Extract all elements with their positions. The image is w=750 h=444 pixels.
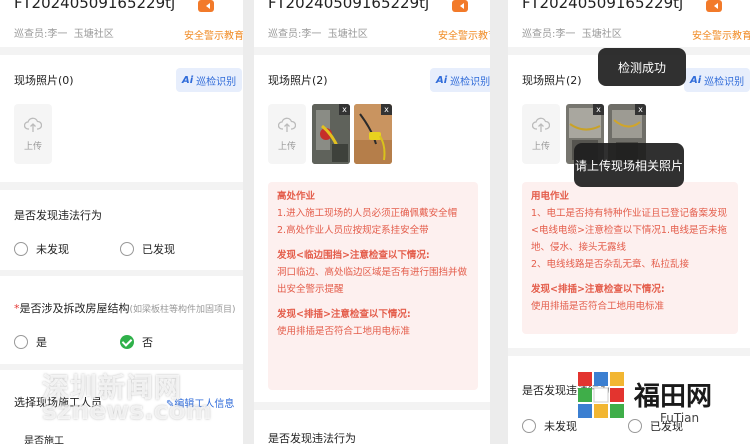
upload-label: 上传	[277, 141, 296, 152]
alert-heading: 高处作业	[277, 191, 316, 202]
section-divider	[0, 47, 243, 55]
alert-subheading: 发现<排插>注意检查以下情况:	[277, 309, 411, 320]
radio-no[interactable]: 否	[120, 334, 153, 350]
upload-label: 上传	[23, 141, 42, 152]
alert-line: 2、电线线路是否杂乱无章、私拉乱接	[531, 259, 690, 270]
alert-line: 使用排插是否符合工地用电标准	[531, 301, 665, 312]
toast-upload-photos: 请上传现场相关照片	[574, 143, 684, 187]
radio-circle	[522, 419, 536, 433]
futian-logo-icon	[576, 370, 628, 422]
upload-label: 上传	[531, 141, 550, 152]
alert-subheading: 发现<临边围挡>注意检查以下情况:	[277, 250, 430, 261]
radio-label: 否	[142, 336, 153, 349]
inspector-info: 巡查员:李一 玉塘社区	[14, 25, 114, 40]
radio-label: 未发现	[544, 420, 577, 433]
safety-education-link[interactable]: 安全警示教育	[438, 27, 490, 42]
video-camera-icon[interactable]	[198, 0, 214, 12]
worker-row: 是否施工	[24, 436, 64, 444]
structure-hint: (如梁板柱等构件加固项目)	[129, 305, 236, 315]
futian-logo-text: 福田网	[634, 382, 713, 412]
section-divider	[254, 47, 490, 55]
cloud-upload-icon	[532, 117, 550, 132]
inspector-name: 巡查员:李一	[268, 29, 322, 40]
section-divider	[254, 402, 490, 410]
radio-not-found[interactable]: 未发现	[522, 418, 577, 434]
delete-photo-icon[interactable]: x	[593, 104, 604, 115]
radio-not-found[interactable]: 未发现	[14, 241, 69, 257]
violation-question: 是否发现违法行为	[14, 209, 102, 222]
ai-icon: Ai	[690, 74, 702, 86]
section-divider	[0, 182, 243, 190]
radio-circle	[628, 419, 642, 433]
structure-question-text: 是否涉及拆改房屋结构	[19, 302, 130, 315]
phone-screen-3: FT20240509165229tj 巡查员:李一 玉塘社区 安全警示教育 现场…	[508, 0, 750, 444]
section-divider	[508, 348, 750, 356]
photo-thumbnail[interactable]: x	[354, 104, 392, 164]
section-divider	[0, 270, 243, 276]
cloud-upload-icon	[278, 117, 296, 132]
radio-found[interactable]: 已发现	[120, 241, 175, 257]
delete-photo-icon[interactable]: x	[339, 104, 350, 115]
ai-inspection-button[interactable]: Ai 巡检识别	[176, 68, 243, 92]
radio-circle	[14, 242, 28, 256]
alert-line: 洞口临边、高处临边区域是否有进行围挡并做出安全警示提醒	[277, 267, 468, 295]
sznews-watermark-en: sznews.com	[42, 396, 212, 425]
violation-question: 是否发现违法行为	[268, 432, 356, 444]
radio-yes[interactable]: 是	[14, 334, 47, 350]
alert-line: 使用排插是否符合工地用电标准	[277, 326, 411, 337]
photo-section-title: 现场照片(0)	[14, 74, 74, 87]
checkmark-icon	[120, 335, 134, 349]
upload-button[interactable]: 上传	[14, 104, 52, 164]
futian-logo-subtext: FuTian	[660, 411, 700, 425]
safety-education-link[interactable]: 安全警示教育	[692, 27, 750, 42]
community-name: 玉塘社区	[73, 29, 114, 40]
photo-section-title: 现场照片(2)	[268, 74, 328, 87]
toast-detect-success: 检测成功	[598, 48, 686, 86]
radio-label: 未发现	[36, 243, 69, 256]
community-name: 玉塘社区	[581, 29, 622, 40]
radio-circle	[120, 242, 134, 256]
radio-label: 已发现	[142, 243, 175, 256]
photo-thumbnail[interactable]: x	[312, 104, 350, 164]
alert-subheading: 发现<排插>注意检查以下情况:	[531, 284, 665, 295]
video-camera-icon[interactable]	[706, 0, 722, 12]
inspector-name: 巡查员:李一	[14, 29, 68, 40]
ai-inspection-button[interactable]: Ai 巡检识别	[684, 68, 750, 92]
safety-education-link[interactable]: 安全警示教育	[184, 27, 243, 42]
ai-inspection-label: 巡检识别	[450, 76, 490, 88]
inspector-info: 巡查员:李一 玉塘社区	[522, 25, 622, 40]
delete-photo-icon[interactable]: x	[635, 104, 646, 115]
radio-circle	[14, 335, 28, 349]
ai-icon: Ai	[436, 74, 448, 86]
ai-icon: Ai	[182, 74, 194, 86]
record-code: FT20240509165229tj	[14, 0, 176, 12]
cloud-upload-icon	[24, 117, 42, 132]
inspector-name: 巡查员:李一	[522, 29, 576, 40]
ai-inspection-button[interactable]: Ai 巡检识别	[430, 68, 490, 92]
phone-screen-2: FT20240509165229tj 巡查员:李一 玉塘社区 安全警示教育 现场…	[254, 0, 490, 444]
upload-button[interactable]: 上传	[522, 104, 560, 164]
record-code: FT20240509165229tj	[522, 0, 684, 12]
alert-line: 1、电工是否持有特种作业证且已登记备案发现<电线电缆>注意检查以下情况1.电线是…	[531, 208, 728, 253]
safety-alert-box: 用电作业 1、电工是否持有特种作业证且已登记备案发现<电线电缆>注意检查以下情况…	[522, 182, 738, 334]
community-name: 玉塘社区	[327, 29, 368, 40]
safety-alert-box: 高处作业 1.进入施工现场的人员必须正确佩戴安全帽 2.高处作业人员应按规定系挂…	[268, 182, 478, 390]
inspector-info: 巡查员:李一 玉塘社区	[268, 25, 368, 40]
record-code: FT20240509165229tj	[268, 0, 430, 12]
structure-question: *是否涉及拆改房屋结构(如梁板柱等构件加固项目)	[14, 300, 236, 316]
photo-section-title: 现场照片(2)	[522, 74, 582, 87]
upload-button[interactable]: 上传	[268, 104, 306, 164]
alert-line: 1.进入施工现场的人员必须正确佩戴安全帽	[277, 208, 458, 219]
delete-photo-icon[interactable]: x	[381, 104, 392, 115]
ai-inspection-label: 巡检识别	[704, 76, 745, 88]
alert-line: 2.高处作业人员应按规定系挂安全带	[277, 225, 429, 236]
ai-inspection-label: 巡检识别	[196, 76, 237, 88]
radio-label: 是	[36, 336, 47, 349]
video-camera-icon[interactable]	[452, 0, 468, 12]
alert-heading: 用电作业	[531, 191, 570, 202]
